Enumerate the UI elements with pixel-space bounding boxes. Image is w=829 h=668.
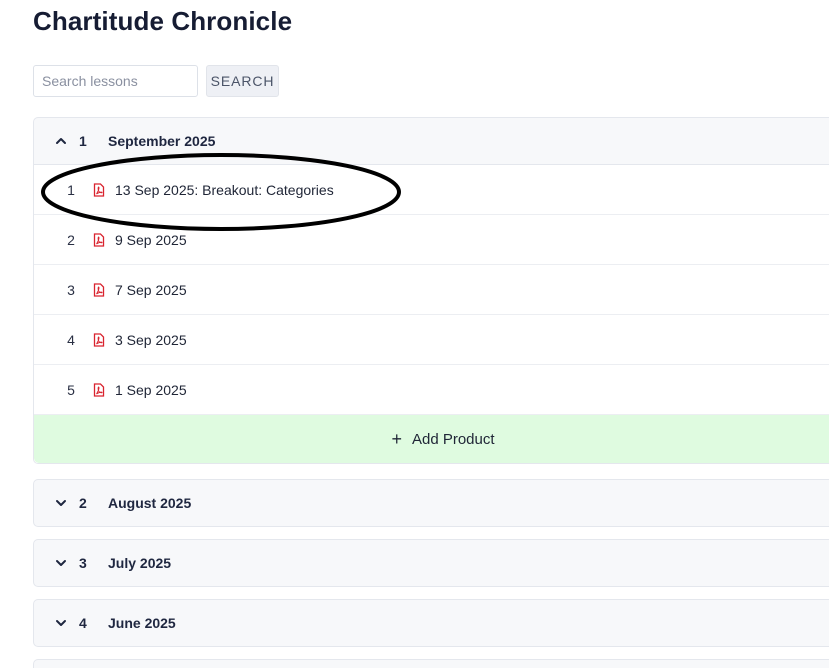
list-item[interactable]: 4 3 Sep 2025 bbox=[34, 315, 829, 365]
item-number: 2 bbox=[67, 231, 75, 248]
chevron-up-icon bbox=[56, 138, 66, 144]
section-panel-partial bbox=[33, 659, 829, 668]
pdf-icon bbox=[93, 383, 105, 397]
list-item[interactable]: 5 1 Sep 2025 bbox=[34, 365, 829, 415]
list-item[interactable]: 1 13 Sep 2025: Breakout: Categories bbox=[34, 165, 829, 215]
search-input[interactable] bbox=[33, 65, 198, 97]
add-product-label: Add Product bbox=[411, 430, 495, 448]
section-title: September 2025 bbox=[108, 133, 216, 149]
section-number: 4 bbox=[79, 615, 87, 631]
section-panel: 4 June 2025 bbox=[33, 599, 829, 647]
page-title: Chartitude Chronicle bbox=[33, 6, 293, 36]
section-number: 3 bbox=[79, 555, 87, 571]
item-number: 4 bbox=[67, 331, 75, 348]
section-number: 2 bbox=[79, 495, 87, 511]
add-product-button[interactable]: + Add Product bbox=[34, 415, 829, 463]
section-panel: 2 August 2025 bbox=[33, 479, 829, 527]
section-header[interactable]: 1 September 2025 bbox=[34, 118, 829, 164]
section-title: June 2025 bbox=[108, 615, 176, 631]
pdf-icon bbox=[93, 333, 105, 347]
section-panel: 1 September 2025 1 13 Sep 2025: Breakout… bbox=[33, 117, 829, 464]
section-title: August 2025 bbox=[108, 495, 192, 511]
item-number: 1 bbox=[67, 181, 75, 198]
search-button[interactable]: SEARCH bbox=[206, 65, 279, 97]
item-label: 7 Sep 2025 bbox=[115, 281, 187, 298]
lesson-list: 1 13 Sep 2025: Breakout: Categories 2 9 … bbox=[34, 164, 829, 463]
chevron-down-icon bbox=[56, 620, 66, 626]
pdf-icon bbox=[93, 183, 105, 197]
item-label: 13 Sep 2025: Breakout: Categories bbox=[115, 181, 334, 198]
pdf-icon bbox=[93, 283, 105, 297]
list-item[interactable]: 3 7 Sep 2025 bbox=[34, 265, 829, 315]
plus-icon: + bbox=[391, 429, 402, 449]
item-number: 5 bbox=[67, 381, 75, 398]
section-header[interactable]: 3 July 2025 bbox=[34, 540, 829, 586]
chevron-down-icon bbox=[56, 500, 66, 506]
section-panel: 3 July 2025 bbox=[33, 539, 829, 587]
section-header[interactable]: 2 August 2025 bbox=[34, 480, 829, 526]
chevron-down-icon bbox=[56, 560, 66, 566]
item-number: 3 bbox=[67, 281, 75, 298]
item-label: 3 Sep 2025 bbox=[115, 331, 187, 348]
section-title: July 2025 bbox=[108, 555, 172, 571]
list-item[interactable]: 2 9 Sep 2025 bbox=[34, 215, 829, 265]
item-label: 9 Sep 2025 bbox=[115, 231, 187, 248]
item-label: 1 Sep 2025 bbox=[115, 381, 187, 398]
pdf-icon bbox=[93, 233, 105, 247]
section-header[interactable]: 4 June 2025 bbox=[34, 600, 829, 646]
section-number: 1 bbox=[79, 133, 87, 149]
